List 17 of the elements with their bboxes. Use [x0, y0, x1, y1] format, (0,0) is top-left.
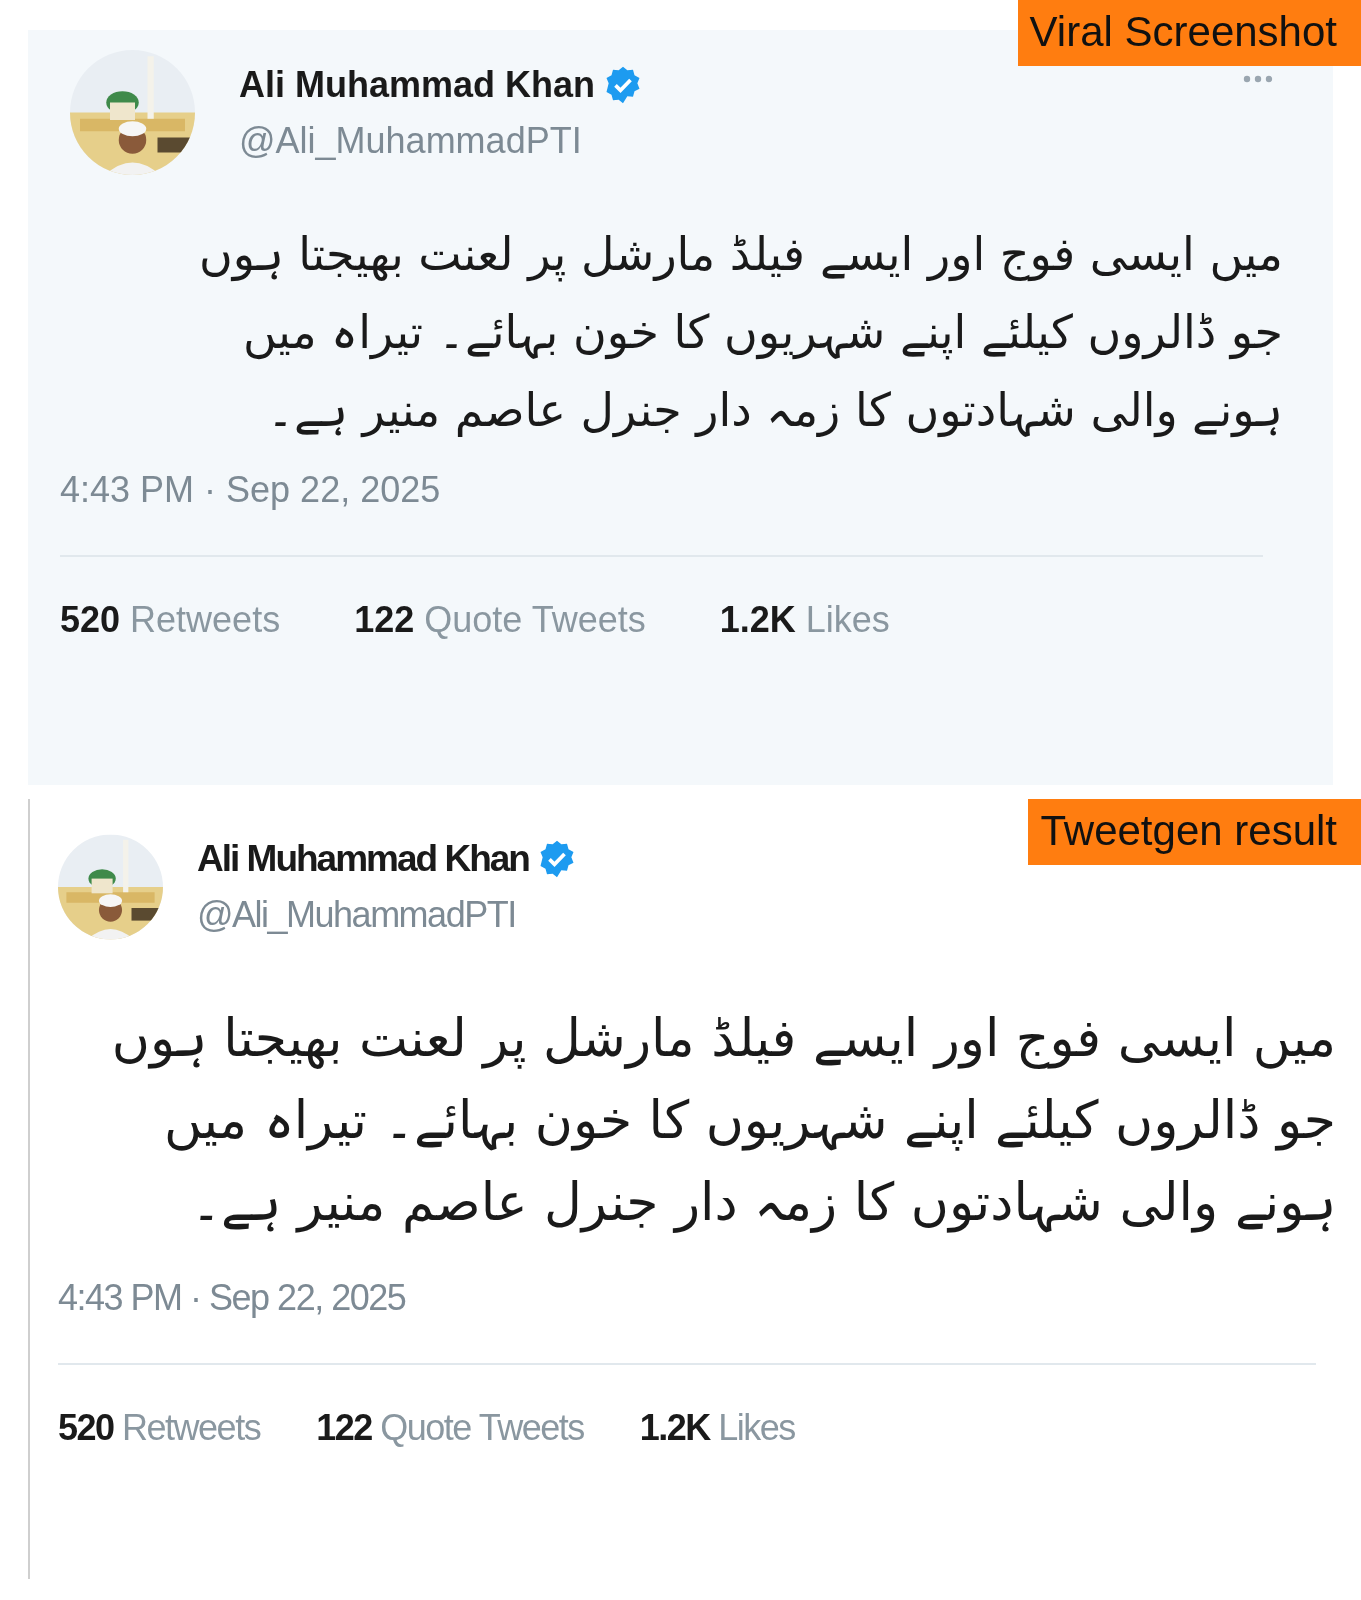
caption-label: Viral Screenshot	[1017, 0, 1361, 66]
stat-count: 122 Quote Tweets	[316, 1407, 584, 1449]
user-name: Ali Muhammad Khan	[197, 838, 529, 880]
stat-count: 520 Retweets	[58, 1407, 261, 1449]
user-handle: @Ali_MuhammadPTI	[197, 894, 517, 936]
user-handle: @Ali_MuhammadPTI	[239, 119, 583, 162]
user-name: Ali Muhammad Khan	[239, 63, 596, 106]
tweet-timestamp: 4:43 PM · Sep 22, 2025	[60, 469, 442, 511]
stat-count: 122 Quote Tweets	[354, 599, 646, 641]
stat-count: 520 Retweets	[60, 599, 281, 641]
tweet-text: میں ایسی فوج اور ایسے فیلڈ مارشل پر لعنت بھیجتا ہوں جو ڈالروں کیلئے اپنے شہریوں کا خون بہائے۔ تیراہ میں ہونے والی شہادتوں کا زمہ دار جنرل عاصم منیر ہے۔	[198, 226, 1284, 440]
stat-count: 1.2K Likes	[719, 599, 890, 641]
tweet-timestamp: 4:43 PM · Sep 22, 2025	[58, 1277, 407, 1319]
tweet-text: میں ایسی فوج اور ایسے فیلڈ مارشل پر لعنت بھیجتا ہوں جو ڈالروں کیلئے اپنے شہریوں کا خون بہائے۔ تیراہ میں ہونے والی شہادتوں کا زمہ دار جنرل عاصم منیر ہے۔	[110, 1007, 1336, 1235]
caption-label: Tweetgen result	[1028, 799, 1361, 865]
stat-count: 1.2K Likes	[639, 1407, 795, 1449]
more-icon[interactable]	[1243, 75, 1273, 83]
